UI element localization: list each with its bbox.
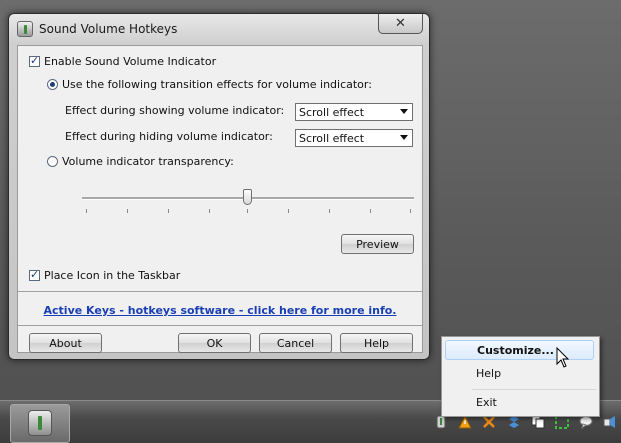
sound-volume-hotkeys-window: Sound Volume Hotkeys ✕ Enable Sound Volu… (8, 13, 430, 360)
enable-indicator-checkbox[interactable] (29, 54, 40, 67)
showing-effect-value: Scroll effect (299, 105, 365, 119)
menu-item-customize[interactable]: Customize... (445, 340, 594, 360)
slider-tick (168, 209, 169, 213)
hiding-effect-select[interactable]: Scroll effect (295, 129, 413, 147)
menu-separator (472, 389, 596, 390)
taskbar-app-button[interactable] (10, 404, 70, 443)
chevron-down-icon (400, 135, 408, 140)
window-title: Sound Volume Hotkeys (39, 22, 178, 36)
use-transitions-radio[interactable] (47, 79, 58, 90)
warning-icon[interactable] (458, 414, 472, 429)
title-bar[interactable]: Sound Volume Hotkeys ✕ (9, 14, 429, 44)
transparency-option[interactable]: Volume indicator transparency: (47, 155, 234, 168)
showing-effect-label: Effect during showing volume indicator: (65, 104, 285, 117)
transparency-label: Volume indicator transparency: (62, 155, 234, 168)
hiding-effect-value: Scroll effect (299, 131, 365, 145)
slider-tick (288, 209, 289, 213)
chat-icon[interactable] (579, 415, 593, 430)
sync-icon[interactable] (555, 415, 569, 429)
slider-tick (86, 209, 87, 213)
speaker-icon[interactable] (603, 415, 617, 429)
use-transitions-option[interactable]: Use the following transition effects for… (47, 78, 372, 91)
sound-hotkeys-tray-icon[interactable] (434, 415, 448, 429)
help-button[interactable]: Help (340, 333, 413, 353)
copy-icon[interactable] (531, 415, 545, 429)
chevron-down-icon (400, 109, 408, 114)
divider (18, 325, 422, 326)
place-icon-checkbox[interactable] (29, 268, 40, 281)
menu-item-help[interactable]: Help (445, 363, 594, 383)
transparency-radio[interactable] (47, 156, 58, 167)
mouse-cursor-icon (556, 346, 570, 372)
network-icon[interactable] (482, 415, 496, 429)
sound-hotkeys-app-icon (28, 410, 52, 436)
preview-button[interactable]: Preview (341, 234, 414, 254)
dialog-client-area: Enable Sound Volume Indicator Use the fo… (17, 45, 423, 353)
menu-item-exit[interactable]: Exit (445, 392, 594, 412)
hiding-effect-label: Effect during hiding volume indicator: (65, 130, 273, 143)
slider-tick (127, 209, 128, 213)
ok-button[interactable]: OK (178, 333, 251, 353)
about-button[interactable]: About (29, 333, 102, 353)
showing-effect-select[interactable]: Scroll effect (295, 103, 413, 121)
use-transitions-label: Use the following transition effects for… (62, 78, 372, 91)
divider (18, 291, 422, 292)
active-keys-link[interactable]: Active Keys - hotkeys software - click h… (18, 304, 422, 317)
tray-context-menu: Customize... Help Exit (441, 336, 600, 417)
dropbox-icon[interactable] (507, 415, 521, 429)
slider-tick (410, 209, 411, 213)
app-icon (17, 21, 33, 37)
enable-indicator-label: Enable Sound Volume Indicator (44, 55, 217, 68)
close-button[interactable]: ✕ (378, 14, 423, 34)
slider-tick (247, 209, 248, 213)
place-icon-label: Place Icon in the Taskbar (44, 269, 181, 282)
transparency-slider-thumb[interactable] (243, 189, 252, 205)
enable-indicator-option[interactable]: Enable Sound Volume Indicator (29, 54, 217, 68)
place-icon-option[interactable]: Place Icon in the Taskbar (29, 268, 181, 282)
slider-tick (370, 209, 371, 213)
slider-tick (209, 209, 210, 213)
slider-tick (329, 209, 330, 213)
cancel-button[interactable]: Cancel (259, 333, 332, 353)
